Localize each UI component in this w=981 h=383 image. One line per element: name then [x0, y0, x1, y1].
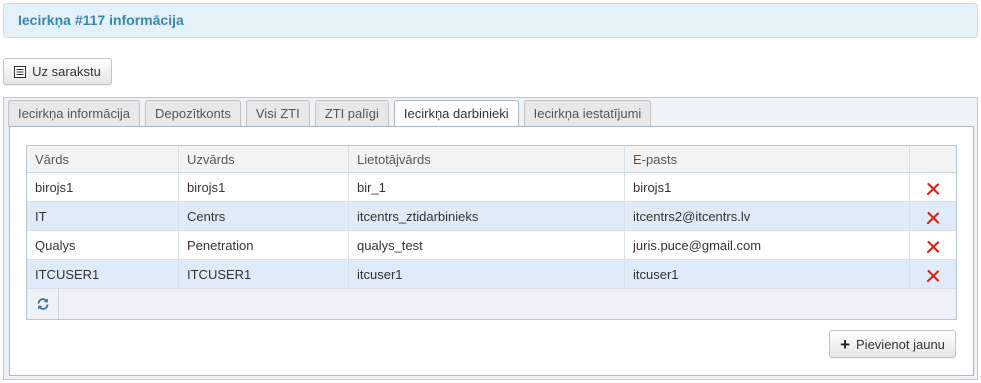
tab-iecirkna-iestatijumi[interactable]: Iecirkņa iestatījumi: [523, 100, 652, 127]
column-header-surname[interactable]: Uzvārds: [179, 146, 349, 172]
plus-icon: +: [840, 334, 851, 354]
table-header: Vārds Uzvārds Lietotājvārds E-pasts: [27, 146, 956, 173]
delete-cell: [910, 260, 956, 288]
tab-iecirkna-informacija[interactable]: Iecirkņa informācija: [8, 100, 140, 127]
list-icon: [14, 65, 27, 78]
cell-surname: ITCUSER1: [179, 260, 349, 288]
cell-username: itcentrs_ztidarbinieks: [349, 202, 625, 230]
page-title: Iecirkņa #117 informācija: [3, 3, 978, 38]
column-header-username[interactable]: Lietotājvārds: [349, 146, 625, 172]
cell-surname: Centrs: [179, 202, 349, 230]
cell-email: itcuser1: [625, 260, 910, 288]
delete-icon[interactable]: [926, 269, 940, 283]
tab-bar: Iecirkņa informācija Depozītkonts Visi Z…: [8, 100, 652, 129]
cell-name: Qualys: [27, 231, 179, 259]
delete-cell: [910, 202, 956, 230]
cell-name: ITCUSER1: [27, 260, 179, 288]
refresh-icon: [37, 298, 48, 310]
employees-table: Vārds Uzvārds Lietotājvārds E-pasts biro…: [26, 145, 957, 320]
cell-email: juris.puce@gmail.com: [625, 231, 910, 259]
delete-cell: [910, 231, 956, 259]
table-footer: [27, 289, 956, 319]
tab-zti-paligi[interactable]: ZTI palīgi: [314, 100, 389, 127]
delete-icon[interactable]: [926, 211, 940, 225]
table-row[interactable]: birojs1 birojs1 bir_1 birojs1: [27, 173, 956, 202]
cell-surname: birojs1: [179, 173, 349, 201]
table-row[interactable]: Qualys Penetration qualys_test juris.puc…: [27, 231, 956, 260]
table-row[interactable]: IT Centrs itcentrs_ztidarbinieks itcentr…: [27, 202, 956, 231]
delete-cell: [910, 173, 956, 201]
back-to-list-button[interactable]: Uz sarakstu: [3, 58, 112, 85]
column-header-actions: [910, 146, 956, 172]
delete-icon[interactable]: [926, 240, 940, 254]
tab-iecirkna-darbinieki[interactable]: Iecirkņa darbinieki: [393, 100, 519, 129]
add-button-label: Pievienot jaunu: [856, 336, 945, 352]
column-header-email[interactable]: E-pasts: [625, 146, 910, 172]
add-new-button[interactable]: + Pievienot jaunu: [829, 330, 956, 358]
refresh-button[interactable]: [27, 289, 59, 319]
cell-surname: Penetration: [179, 231, 349, 259]
cell-name: IT: [27, 202, 179, 230]
table-row[interactable]: ITCUSER1 ITCUSER1 itcuser1 itcuser1: [27, 260, 956, 289]
delete-icon[interactable]: [926, 182, 940, 196]
cell-name: birojs1: [27, 173, 179, 201]
cell-email: itcentrs2@itcentrs.lv: [625, 202, 910, 230]
cell-username: bir_1: [349, 173, 625, 201]
column-header-name[interactable]: Vārds: [27, 146, 179, 172]
cell-username: qualys_test: [349, 231, 625, 259]
tab-visi-zti[interactable]: Visi ZTI: [245, 100, 310, 127]
back-button-label: Uz sarakstu: [32, 64, 101, 79]
cell-username: itcuser1: [349, 260, 625, 288]
cell-email: birojs1: [625, 173, 910, 201]
tab-depozitkonts[interactable]: Depozītkonts: [145, 100, 241, 127]
